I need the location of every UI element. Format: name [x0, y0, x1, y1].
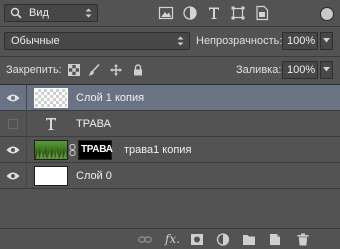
layers-footer: fx. — [0, 228, 340, 249]
move-icon[interactable] — [110, 64, 122, 76]
divider — [26, 111, 27, 136]
eye-icon[interactable] — [6, 93, 20, 103]
fill-value: 100% — [287, 64, 316, 76]
type-filter-icon[interactable] — [206, 5, 222, 21]
fill-dropdown-button[interactable] — [320, 61, 333, 79]
lock-label: Закрепить: — [6, 64, 62, 76]
opacity-label: Непрозрачность: — [196, 35, 283, 47]
shape-filter-icon[interactable] — [230, 5, 246, 21]
opacity-dropdown-button[interactable] — [320, 32, 333, 50]
pixel-filter-icon[interactable] — [158, 5, 174, 21]
divider — [26, 85, 27, 110]
filter-kind-label: Вид — [29, 7, 49, 19]
grass-texture-icon — [35, 146, 67, 159]
brush-icon[interactable] — [88, 64, 100, 76]
up-down-arrows-icon — [177, 36, 184, 46]
lock-transparent-pixels-icon[interactable] — [68, 64, 80, 76]
layer-thumbnail[interactable] — [34, 166, 68, 186]
filter-toggle-switch[interactable] — [320, 7, 334, 21]
fill-input[interactable]: 100% — [282, 61, 318, 79]
lock-row: Закрепить: Заливка: 100% — [0, 57, 340, 83]
adjustment-layer-icon[interactable] — [216, 233, 230, 246]
eye-icon[interactable] — [6, 171, 20, 181]
layer-mask-thumbnail[interactable]: ТРАВА — [78, 140, 113, 160]
adjustment-filter-icon[interactable] — [182, 5, 198, 21]
blend-mode-select[interactable]: Обычные — [4, 32, 190, 50]
smart-object-filter-icon[interactable] — [254, 5, 270, 21]
lock-icon[interactable] — [132, 64, 144, 76]
trash-icon[interactable] — [296, 233, 310, 246]
layer-row[interactable]: ТРАВА трава1 копия — [0, 137, 340, 163]
add-mask-icon[interactable] — [190, 233, 204, 246]
layer-thumbnail[interactable] — [34, 88, 68, 108]
layer-row[interactable]: Слой 1 копия — [0, 85, 340, 111]
blend-row: Обычные Непрозрачность: 100% — [0, 27, 340, 55]
search-icon — [10, 7, 22, 19]
new-layer-icon[interactable] — [268, 233, 282, 246]
eye-icon[interactable] — [6, 145, 20, 155]
chain-link-icon[interactable] — [69, 144, 76, 156]
link-layers-icon[interactable] — [138, 233, 152, 246]
layer-name[interactable]: Слой 1 копия — [76, 92, 144, 104]
layer-row[interactable]: Слой 0 — [0, 163, 340, 189]
layer-name[interactable]: Слой 0 — [76, 170, 112, 182]
layer-filter-row: Вид — [0, 0, 340, 26]
visibility-toggle[interactable] — [8, 119, 18, 129]
layer-thumbnail[interactable] — [34, 140, 68, 160]
fill-label: Заливка: — [236, 64, 282, 76]
divider — [26, 163, 27, 188]
mask-text: ТРАВА — [81, 144, 113, 155]
chevron-down-icon — [323, 67, 330, 72]
blend-mode-value: Обычные — [11, 35, 60, 47]
layer-name[interactable]: трава1 копия — [124, 144, 191, 156]
fx-icon[interactable]: fx. — [165, 232, 180, 246]
up-down-arrows-icon — [85, 8, 92, 18]
opacity-input[interactable]: 100% — [282, 32, 318, 50]
layer-name[interactable]: ТРАВА — [76, 118, 111, 130]
divider — [26, 137, 27, 162]
opacity-value: 100% — [287, 35, 316, 47]
filter-kind-select[interactable]: Вид — [4, 4, 98, 22]
text-layer-icon — [46, 118, 56, 130]
layer-row[interactable]: ТРАВА — [0, 111, 340, 137]
new-group-icon[interactable] — [242, 233, 256, 246]
chevron-down-icon — [323, 38, 330, 43]
